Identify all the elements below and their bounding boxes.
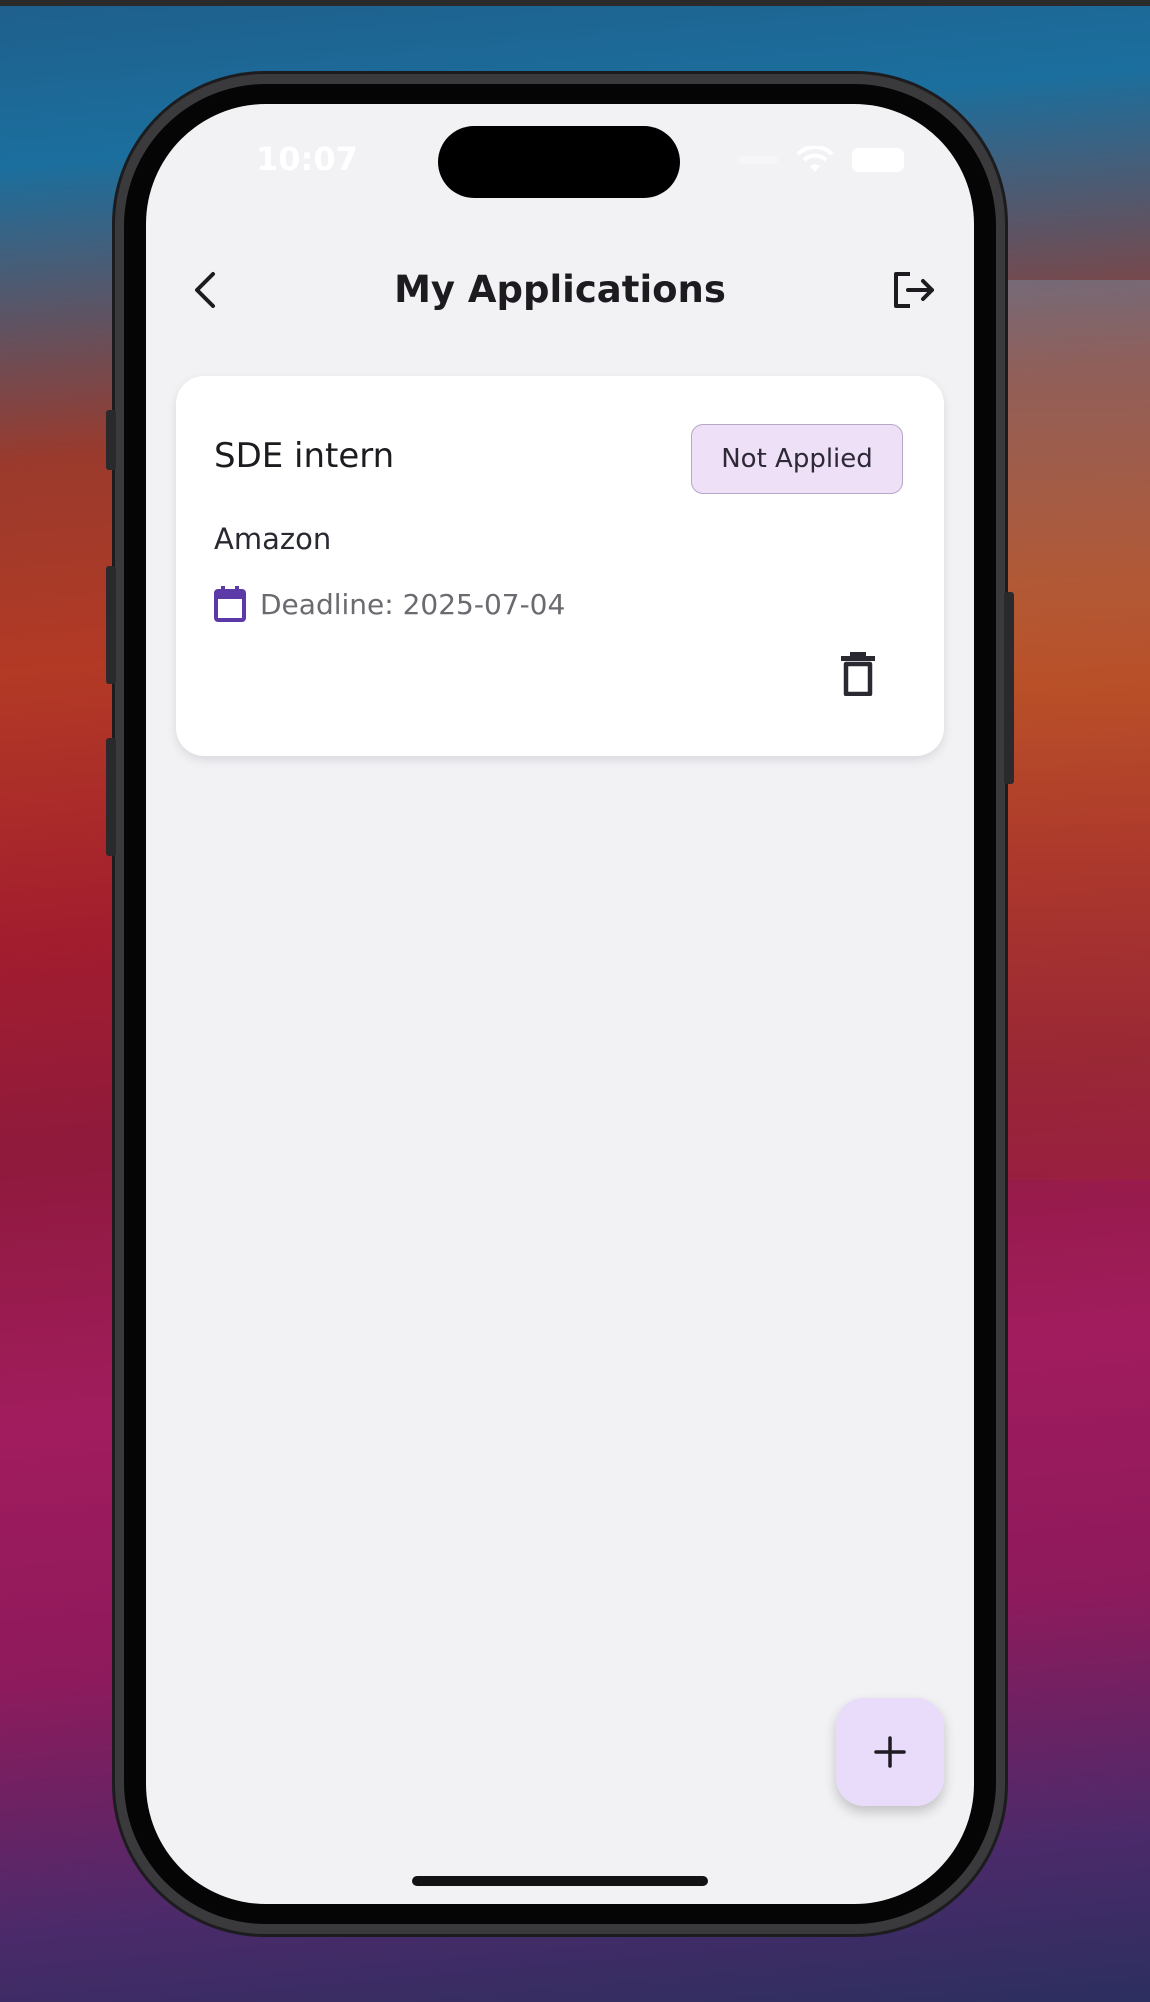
job-title: SDE intern	[214, 436, 395, 476]
logout-icon	[894, 272, 934, 308]
company-name: Amazon	[214, 522, 332, 556]
plus-icon	[874, 1736, 906, 1768]
app-screen: 10:07 My Applications SDE intern Not App…	[146, 104, 974, 1904]
trash-icon[interactable]	[838, 652, 878, 696]
phone-volume-up	[106, 566, 116, 684]
home-indicator[interactable]	[412, 1876, 708, 1886]
phone-silent-switch	[106, 410, 116, 470]
phone-volume-down	[106, 738, 116, 856]
status-time: 10:07	[256, 140, 358, 178]
status-indicators	[738, 146, 904, 174]
app-header: My Applications	[146, 254, 974, 326]
logout-button[interactable]	[890, 266, 938, 314]
deadline-row: Deadline: 2025-07-04	[214, 586, 565, 622]
phone-power-button	[1004, 592, 1014, 784]
page-title: My Applications	[394, 268, 726, 311]
add-application-button[interactable]	[836, 1698, 944, 1806]
dynamic-island	[438, 126, 680, 198]
wifi-icon	[796, 146, 834, 172]
battery-icon	[852, 148, 904, 172]
application-card[interactable]: SDE intern Not Applied Amazon Deadline: …	[176, 376, 944, 756]
signal-icon	[738, 156, 778, 164]
desktop-top-bar	[0, 0, 1150, 6]
deadline-text: Deadline: 2025-07-04	[260, 587, 566, 621]
status-badge[interactable]: Not Applied	[691, 424, 903, 494]
calendar-icon	[214, 586, 246, 622]
